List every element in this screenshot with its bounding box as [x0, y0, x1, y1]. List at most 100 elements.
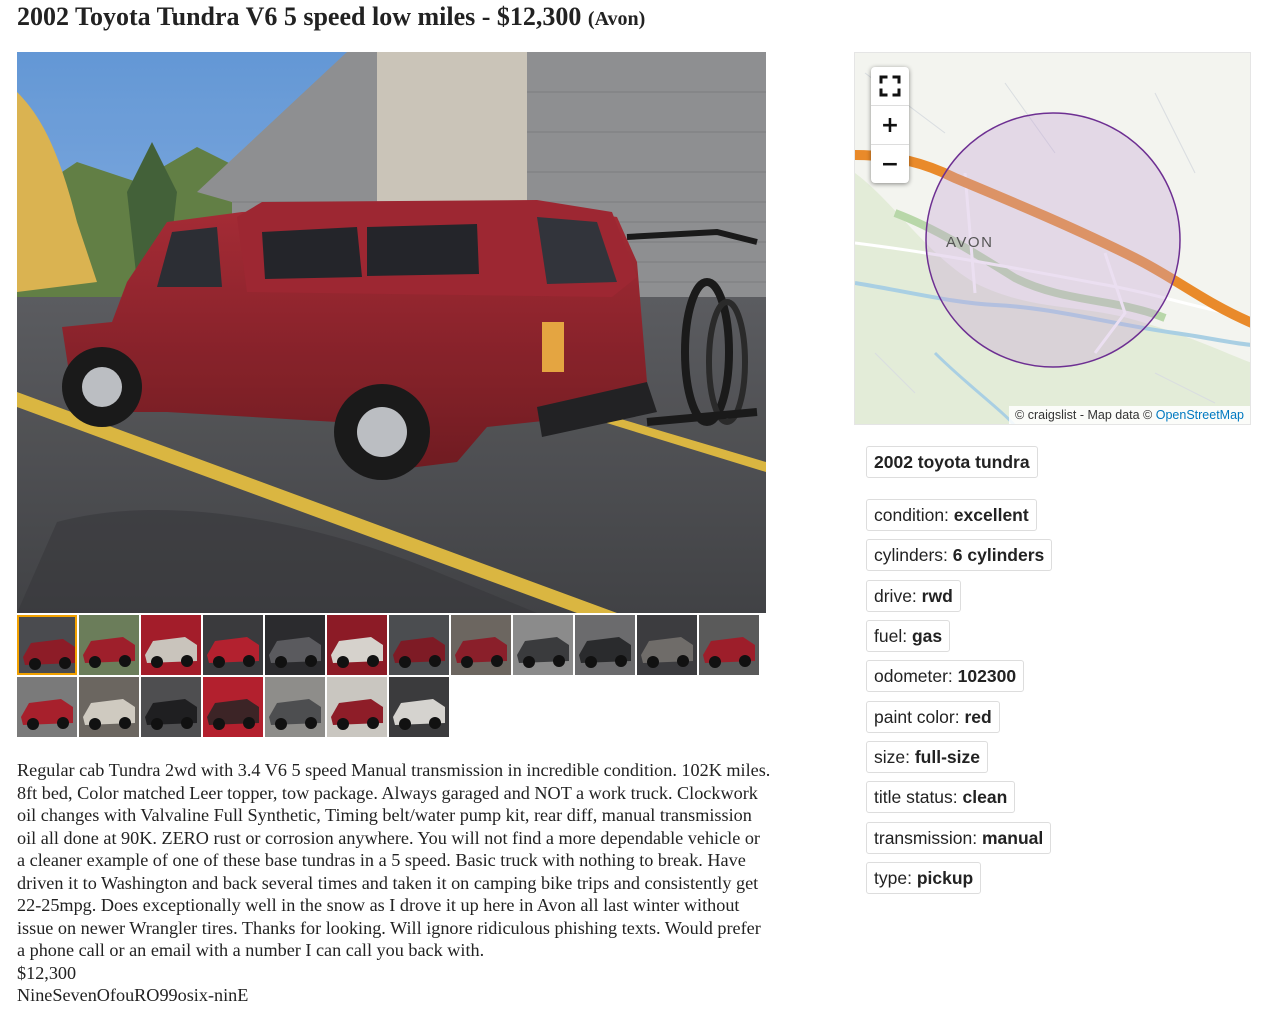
thumbnail-image — [575, 615, 635, 675]
attr-label: paint color: — [874, 707, 960, 727]
attr-value: pickup — [916, 868, 974, 888]
attr-label: size: — [874, 747, 910, 767]
thumbnail[interactable] — [79, 615, 139, 675]
attr-label: title status: — [874, 787, 958, 807]
thumbnail[interactable] — [451, 615, 511, 675]
attr-label: type: — [874, 868, 912, 888]
thumbnail-image — [203, 677, 263, 737]
thumbnail[interactable] — [389, 677, 449, 737]
thumbnail-image — [141, 677, 201, 737]
thumbnail-image — [17, 677, 77, 737]
thumbnail-image — [141, 615, 201, 675]
thumbnail[interactable] — [637, 615, 697, 675]
desc-line: 22-25mpg. Does exceptionally well in the… — [17, 895, 740, 915]
location-map[interactable]: AVON + − © craigslist - Map data © OpenS… — [854, 52, 1251, 425]
desc-contact: NineSevenOfouRO99osix-ninE — [17, 985, 249, 1005]
thumbnail-image — [699, 615, 759, 675]
attr-value: clean — [962, 787, 1008, 807]
attr-transmission: transmission: manual — [866, 822, 1052, 854]
attr-value: rwd — [921, 586, 953, 606]
thumbnail-image — [79, 615, 139, 675]
thumbnail[interactable] — [327, 677, 387, 737]
thumbnail-image — [265, 677, 325, 737]
attr-value: gas — [911, 626, 943, 646]
thumbnail[interactable] — [17, 677, 77, 737]
zoom-out-button[interactable]: − — [871, 145, 909, 183]
openstreetmap-link[interactable]: OpenStreetMap — [1156, 408, 1244, 422]
attr-value: excellent — [953, 505, 1029, 525]
posting-location: (Avon) — [587, 8, 646, 30]
thumbnail[interactable] — [265, 677, 325, 737]
thumbnail-image — [327, 677, 387, 737]
thumbnail[interactable] — [141, 615, 201, 675]
posting-body: Regular cab Tundra 2wd with 3.4 V6 5 spe… — [17, 759, 852, 1007]
map-attribution: © craigslist - Map data © OpenStreetMap — [1009, 406, 1250, 424]
attr-fuel: fuel: gas — [866, 620, 951, 652]
fullscreen-icon — [879, 75, 901, 97]
attr-type: type: pickup — [866, 862, 982, 894]
desc-line: oil all done at 90K. ZERO rust or corros… — [17, 827, 760, 848]
attr-odometer: odometer: 102300 — [866, 660, 1025, 692]
thumbnail-image — [19, 617, 75, 673]
truck-photo-image — [17, 52, 766, 613]
attr-label: transmission: — [874, 828, 978, 848]
desc-line: a cleaner example of one of these base t… — [17, 850, 746, 870]
main-photo[interactable] — [17, 52, 766, 613]
desc-line: issue on newer Wrangler tires. Thanks fo… — [17, 917, 761, 938]
thumbnail-image — [265, 615, 325, 675]
thumbnail[interactable] — [389, 615, 449, 675]
desc-line: a phone call or an email with a number I… — [17, 940, 485, 960]
desc-price: $12,300 — [17, 962, 77, 983]
posting-description: Regular cab Tundra 2wd with 3.4 V6 5 spe… — [17, 759, 852, 1007]
zoom-in-icon: + — [880, 112, 900, 138]
attr-paint-color: paint color: red — [866, 701, 1000, 733]
attr-label: fuel: — [874, 626, 908, 646]
thumbnail-image — [327, 615, 387, 675]
attr-heading: 2002 toyota tundra — [866, 446, 1038, 478]
attr-label: odometer: — [874, 666, 953, 686]
attr-label: cylinders: — [874, 545, 948, 565]
thumbnail[interactable] — [327, 615, 387, 675]
desc-line: Regular cab Tundra 2wd with 3.4 V6 5 spe… — [17, 760, 771, 780]
desc-line: driven it to Washington and back several… — [17, 872, 759, 893]
thumbnail[interactable] — [203, 677, 263, 737]
thumbnail[interactable] — [203, 615, 263, 675]
posting-title-text: 2002 Toyota Tundra V6 5 speed low miles … — [17, 2, 582, 31]
thumbnail-image — [451, 615, 511, 675]
thumbnail-image — [203, 615, 263, 675]
attr-value: 6 cylinders — [952, 545, 1045, 565]
map-controls: + − — [871, 67, 909, 183]
attr-value: manual — [981, 828, 1044, 848]
thumbnail[interactable] — [79, 677, 139, 737]
thumbnail[interactable] — [575, 615, 635, 675]
map-attribution-text: © craigslist - Map data © — [1015, 408, 1153, 422]
thumbnail-image — [79, 677, 139, 737]
attr-drive: drive: rwd — [866, 580, 961, 612]
attr-condition: condition: excellent — [866, 499, 1037, 531]
zoom-out-icon: − — [880, 151, 900, 177]
attr-value: red — [964, 707, 992, 727]
attr-title-status: title status: clean — [866, 781, 1016, 813]
thumbnail[interactable] — [141, 677, 201, 737]
desc-line: 8ft bed, Color matched Leer topper, tow … — [17, 782, 758, 803]
attr-heading-text: 2002 toyota tundra — [874, 452, 1030, 472]
map-tiles: AVON — [855, 53, 1250, 424]
map-place-label: AVON — [946, 234, 993, 251]
thumbnail[interactable] — [265, 615, 325, 675]
attr-label: condition: — [874, 505, 949, 525]
thumbnail[interactable] — [17, 615, 77, 675]
thumbnail-image — [513, 615, 573, 675]
attr-value: full-size — [914, 747, 981, 767]
thumbnail[interactable] — [699, 615, 759, 675]
posting-title: 2002 Toyota Tundra V6 5 speed low miles … — [17, 2, 645, 32]
attr-size: size: full-size — [866, 741, 989, 773]
attr-label: drive: — [874, 586, 917, 606]
thumbnail[interactable] — [513, 615, 573, 675]
attr-value: 102300 — [957, 666, 1017, 686]
fullscreen-button[interactable] — [871, 67, 909, 106]
zoom-in-button[interactable]: + — [871, 106, 909, 145]
thumbnail-image — [389, 677, 449, 737]
attr-cylinders: cylinders: 6 cylinders — [866, 539, 1053, 571]
desc-line: oil changes with Valvaline Full Syntheti… — [17, 805, 752, 825]
thumbnail-image — [389, 615, 449, 675]
